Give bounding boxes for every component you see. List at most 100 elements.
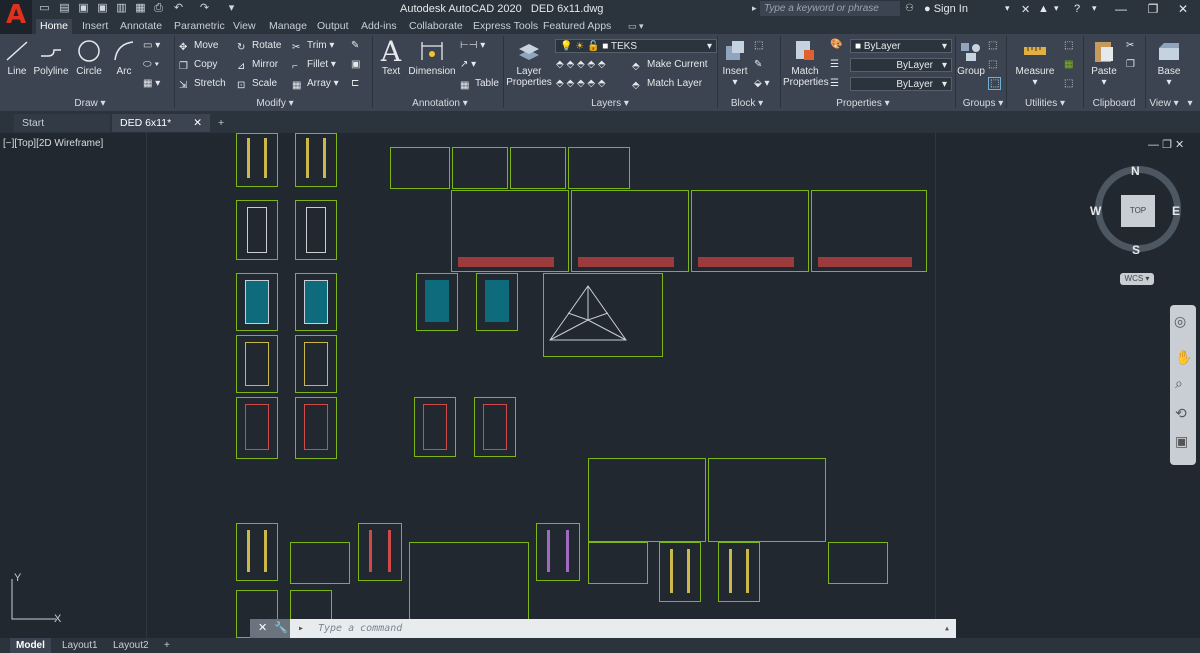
match-layer-button[interactable]: ⬘ Match Layer: [632, 78, 702, 92]
restore-icon[interactable]: ❐: [1140, 1, 1166, 17]
color-dropdown[interactable]: ■ ByLayer ▾: [850, 39, 952, 53]
viewcube-east[interactable]: E: [1172, 204, 1180, 218]
tab-add-ins[interactable]: Add-ins: [357, 19, 401, 34]
lineweight-dropdown[interactable]: ByLayer ▾: [850, 77, 952, 91]
command-line-input[interactable]: ▸ Type a command ▴: [290, 619, 956, 638]
showmotion-icon[interactable]: ▣: [1175, 433, 1188, 450]
color-wheel-icon[interactable]: 🎨: [830, 39, 842, 50]
autocad-logo[interactable]: A: [0, 0, 32, 34]
exchange-icon[interactable]: ✕: [1021, 3, 1030, 16]
line-button[interactable]: Line: [3, 38, 31, 77]
ungroup-icon[interactable]: ⬚: [988, 40, 997, 51]
ribbon-options-icon[interactable]: ▾: [1184, 98, 1196, 110]
panel-draw[interactable]: Draw ▾: [60, 98, 120, 110]
erase-icon[interactable]: ✎: [351, 40, 359, 51]
cut-icon[interactable]: ✂: [1126, 40, 1134, 51]
match-properties-button[interactable]: Match Properties: [783, 38, 829, 88]
paste-button[interactable]: Paste ▾: [1088, 38, 1120, 88]
insert-button[interactable]: Insert ▾: [720, 38, 750, 88]
viewcube-north[interactable]: N: [1131, 164, 1140, 178]
group-button[interactable]: Group: [957, 38, 985, 77]
command-history-icon[interactable]: ▴: [944, 619, 950, 638]
array-button[interactable]: ▦ Array ▾: [292, 78, 339, 92]
tab-home[interactable]: Home: [36, 19, 73, 34]
linetype-dropdown[interactable]: ByLayer ▾: [850, 58, 952, 72]
file-tab-close-icon[interactable]: ✕: [193, 114, 202, 132]
close-icon[interactable]: ✕: [1170, 1, 1196, 17]
edit-block-icon[interactable]: ✎: [754, 59, 762, 70]
help-icon[interactable]: ?: [1074, 3, 1080, 15]
orbit-icon[interactable]: ⟲: [1175, 405, 1187, 422]
gradient-icon[interactable]: ▦ ▾: [143, 78, 160, 89]
minimize-icon[interactable]: —: [1108, 1, 1134, 17]
search-expand-icon[interactable]: ▸: [752, 3, 757, 14]
tab-model[interactable]: Model: [10, 638, 51, 653]
layer-dropdown[interactable]: 💡 ☀ 🔓 ■ TEKS ▾: [555, 39, 717, 53]
move-button[interactable]: ✥ Move: [179, 40, 218, 54]
measure-button[interactable]: Measure ▾: [1012, 38, 1058, 88]
scale-button[interactable]: ⊡ Scale: [237, 78, 277, 92]
table-button[interactable]: ▦ Table: [460, 78, 499, 92]
zoom-icon[interactable]: ⌕: [1175, 375, 1183, 392]
command-customize-icon[interactable]: 🔧: [274, 621, 288, 634]
command-close-icon[interactable]: ✕: [258, 621, 267, 634]
text-button[interactable]: A Text: [376, 38, 406, 78]
create-block-icon[interactable]: ⬚: [754, 40, 763, 51]
help-dropdown-icon[interactable]: ▾: [1092, 3, 1097, 14]
undo-icon[interactable]: ↶: [172, 2, 185, 15]
panel-utilities[interactable]: Utilities ▾: [1012, 98, 1078, 110]
offset-icon[interactable]: ⊏: [351, 78, 359, 89]
layer-tool-icons-row2[interactable]: ⬘ ⬘ ⬘ ⬘ ⬘: [556, 78, 606, 89]
viewcube-south[interactable]: S: [1132, 243, 1140, 257]
tab-express-tools[interactable]: Express Tools: [469, 19, 542, 34]
hatch-icon[interactable]: ⬭ ▾: [143, 59, 159, 70]
tab-layout1[interactable]: Layout1: [56, 638, 104, 653]
viewport-close-icon[interactable]: ✕: [1175, 139, 1184, 151]
linear-dim-icon[interactable]: ⊢⊣ ▾: [460, 40, 485, 51]
copy-button[interactable]: ❐ Copy: [179, 59, 217, 73]
panel-properties[interactable]: Properties ▾: [828, 98, 898, 110]
plot-icon[interactable]: ⎙: [152, 2, 165, 15]
panel-block[interactable]: Block ▾: [722, 98, 772, 110]
sign-in-button[interactable]: ● Sign In: [924, 3, 968, 15]
ribbon-minimize-icon[interactable]: ▭ ▾: [624, 19, 648, 34]
panel-annotation[interactable]: Annotation ▾: [400, 98, 480, 110]
signin-dropdown-icon[interactable]: ▾: [1005, 3, 1010, 14]
leader-icon[interactable]: ↗ ▾: [460, 59, 476, 70]
a360-dropdown-icon[interactable]: ▾: [1054, 3, 1059, 14]
tab-collaborate[interactable]: Collaborate: [405, 19, 467, 34]
qat-menu-icon[interactable]: ▾: [225, 2, 238, 15]
save-cloud-icon[interactable]: ▦: [134, 2, 147, 15]
pan-icon[interactable]: ✋: [1175, 349, 1192, 366]
panel-view[interactable]: View ▾: [1146, 98, 1182, 110]
file-tab-drawing[interactable]: DED 6x11* ✕: [112, 114, 210, 132]
tab-manage[interactable]: Manage: [265, 19, 311, 34]
panel-layers[interactable]: Layers ▾: [580, 98, 640, 110]
quick-select-icon[interactable]: ⬚: [1064, 40, 1073, 51]
tab-parametric[interactable]: Parametric: [170, 19, 229, 34]
stretch-button[interactable]: ⇲ Stretch: [179, 78, 226, 92]
viewport-controls[interactable]: [−][Top][2D Wireframe]: [3, 138, 103, 149]
tab-annotate[interactable]: Annotate: [116, 19, 166, 34]
viewport-minimize-icon[interactable]: —: [1148, 139, 1159, 151]
explode-icon[interactable]: ▣: [351, 59, 360, 70]
mirror-button[interactable]: ⊿ Mirror: [237, 59, 278, 73]
add-layout-icon[interactable]: +: [158, 638, 176, 653]
binoculars-icon[interactable]: ⚇: [905, 3, 914, 14]
wcs-menu[interactable]: WCS ▾: [1120, 273, 1154, 285]
base-button[interactable]: Base ▾: [1152, 38, 1186, 88]
copy-clip-icon[interactable]: ❐: [1126, 59, 1135, 70]
steering-wheel-icon[interactable]: ◎: [1174, 313, 1186, 330]
viewcube-west[interactable]: W: [1090, 204, 1101, 218]
new-icon[interactable]: ▭: [38, 2, 51, 15]
calculator-icon[interactable]: ▦: [1064, 59, 1073, 70]
trim-button[interactable]: ✂ Trim ▾: [292, 40, 334, 54]
tab-layout2[interactable]: Layout2: [107, 638, 155, 653]
viewport-window-controls[interactable]: — ❐ ✕: [1148, 138, 1184, 151]
rotate-button[interactable]: ↻ Rotate: [237, 40, 281, 54]
panel-modify[interactable]: Modify ▾: [235, 98, 315, 110]
viewport-restore-icon[interactable]: ❐: [1162, 139, 1172, 151]
panel-groups[interactable]: Groups ▾: [958, 98, 1008, 110]
group-select-icon[interactable]: ⬚: [988, 77, 1002, 90]
a360-icon[interactable]: ▲: [1038, 3, 1049, 15]
